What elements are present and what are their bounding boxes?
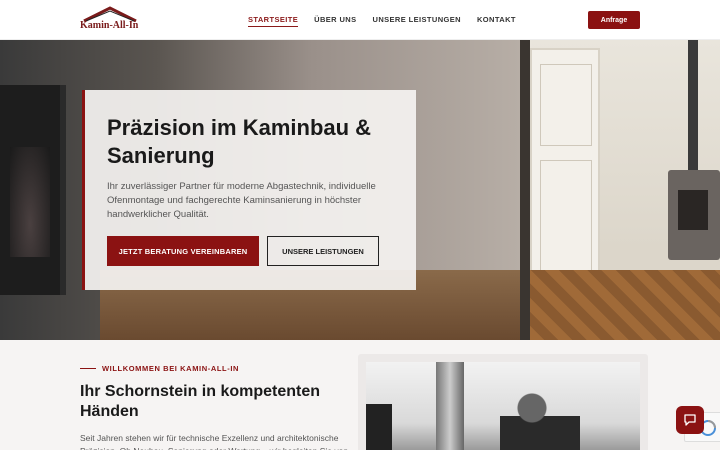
nav-ueber-uns[interactable]: ÜBER UNS (314, 15, 356, 27)
nav-kontakt[interactable]: KONTAKT (477, 15, 516, 27)
nav-leistungen[interactable]: UNSERE LEISTUNGEN (373, 15, 461, 27)
welcome-text: Seit Jahren stehen wir für technische Ex… (80, 433, 348, 450)
parquet-floor-image (530, 270, 720, 340)
hero-divider (520, 40, 530, 340)
hero-buttons: JETZT BERATUNG VEREINBAREN UNSERE LEISTU… (107, 236, 379, 266)
wood-stove-image (668, 170, 720, 260)
stove-pipe-image (688, 40, 698, 170)
stove-image (0, 85, 66, 295)
roof-block-image (366, 404, 392, 450)
chat-button[interactable] (676, 406, 704, 434)
chimney-image (436, 362, 464, 450)
hero-section: Präzision im Kaminbau & Sanierung Ihr zu… (0, 40, 720, 340)
section-kicker: WILLKOMMEN BEI KAMIN-ALL-IN (80, 364, 239, 373)
photo-frame (358, 354, 648, 450)
beratung-button[interactable]: JETZT BERATUNG VEREINBAREN (107, 236, 259, 266)
door-image (530, 48, 600, 298)
main-nav: STARTSEITE ÜBER UNS UNSERE LEISTUNGEN KO… (248, 15, 516, 27)
welcome-title: Ihr Schornstein in kompetenten Händen (80, 383, 321, 420)
chat-bubble-icon (684, 414, 696, 426)
leistungen-button[interactable]: UNSERE LEISTUNGEN (267, 236, 379, 266)
hero-image-right (530, 40, 720, 340)
kicker-text: WILLKOMMEN BEI KAMIN-ALL-IN (102, 364, 240, 373)
kicker-line (80, 368, 96, 369)
welcome-section: WILLKOMMEN BEI KAMIN-ALL-IN Ihr Schornst… (0, 340, 720, 450)
site-header: Kamin-All-In STARTSEITE ÜBER UNS UNSERE … (0, 0, 720, 40)
hero-card: Präzision im Kaminbau & Sanierung Ihr zu… (82, 90, 416, 290)
anfrage-button[interactable]: Anfrage (588, 11, 640, 29)
nav-startseite[interactable]: STARTSEITE (248, 15, 299, 27)
hero-title: Präzision im Kaminbau & Sanierung (107, 115, 372, 168)
hero-text: Ihr zuverlässiger Partner für moderne Ab… (107, 181, 376, 220)
logo-text: Kamin-All-In (80, 20, 139, 31)
site-logo[interactable]: Kamin-All-In (80, 6, 140, 34)
chimney-worker-photo (366, 362, 640, 450)
page: Kamin-All-In STARTSEITE ÜBER UNS UNSERE … (0, 0, 720, 450)
worker-image (500, 384, 580, 450)
